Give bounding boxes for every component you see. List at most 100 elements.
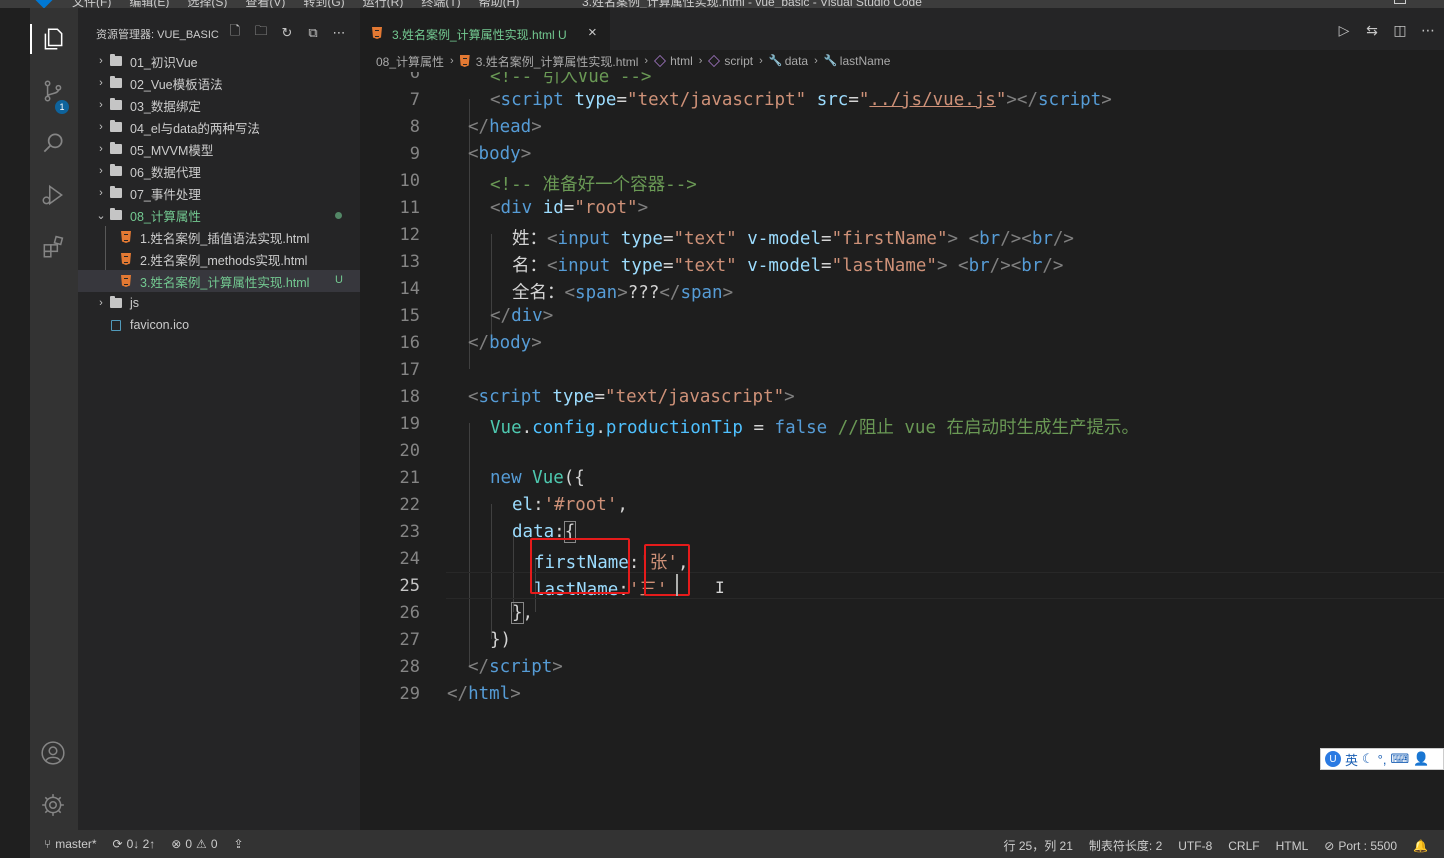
- tree-folder-08[interactable]: ⌄ 08_计算属性: [78, 204, 360, 226]
- run-debug-icon[interactable]: [38, 180, 68, 210]
- tree-folder-02[interactable]: › 02_Vue模板语法: [78, 72, 360, 94]
- settings-gear-icon[interactable]: [38, 790, 68, 820]
- error-icon: ⊗: [171, 837, 182, 851]
- text-cursor: [676, 574, 678, 596]
- maximize-icon[interactable]: [1394, 0, 1406, 4]
- ime-toolbar[interactable]: U 英 ☾ °, ⌨ 👤: [1320, 748, 1444, 770]
- notifications-bell-icon[interactable]: 🔔: [1413, 837, 1428, 854]
- problems-status[interactable]: ⊗ 0 ⚠ 0: [171, 837, 217, 851]
- explorer-icon[interactable]: [30, 24, 68, 54]
- tree-file-3[interactable]: 3.姓名案例_计算属性实现.html U: [78, 270, 360, 292]
- tree-item-label: 02_Vue模板语法: [130, 77, 223, 92]
- tree-file-2[interactable]: 2.姓名案例_methods实现.html: [78, 248, 360, 270]
- punctuation-icon[interactable]: °,: [1378, 752, 1387, 767]
- user-icon[interactable]: 👤: [1413, 751, 1429, 767]
- more-actions-icon[interactable]: ⋯: [1420, 22, 1436, 38]
- menu-help[interactable]: 帮助(H): [479, 0, 520, 8]
- sync-status[interactable]: ⟳ 0↓ 2↑: [113, 837, 156, 851]
- refresh-icon[interactable]: ↻: [278, 24, 296, 42]
- breadcrumb-data[interactable]: data: [785, 54, 808, 68]
- menu-view[interactable]: 查看(V): [245, 0, 285, 8]
- tree-folder-05[interactable]: › 05_MVVM模型: [78, 138, 360, 160]
- collapse-all-icon[interactable]: ⧉: [304, 24, 322, 42]
- cursor-position[interactable]: 行 25，列 21: [1004, 837, 1073, 854]
- tree-file-1[interactable]: 1.姓名案例_插值语法实现.html: [78, 226, 360, 248]
- tree-folder-06[interactable]: › 06_数据代理: [78, 160, 360, 182]
- attr-value: root: [584, 198, 628, 218]
- editor-tab-bar: 3.姓名案例_计算属性实现.html U × ▷ ⇆ ◫ ⋯: [360, 8, 1444, 50]
- line-number: 16: [399, 333, 420, 353]
- live-share-icon[interactable]: ⇪: [234, 837, 244, 851]
- folder-icon: [110, 120, 122, 132]
- tree-folder-07[interactable]: › 07_事件处理: [78, 182, 360, 204]
- extensions-icon[interactable]: [38, 232, 68, 262]
- branch-status[interactable]: ⑂ master*: [44, 837, 97, 851]
- attr-value: lastName: [842, 256, 927, 276]
- tree-folder-04[interactable]: › 04_el与data的两种写法: [78, 116, 360, 138]
- tab-active-file[interactable]: 3.姓名案例_计算属性实现.html U ×: [360, 8, 610, 50]
- account-icon[interactable]: [38, 738, 68, 768]
- close-icon[interactable]: ×: [588, 24, 597, 41]
- code-line: 23 data:{: [360, 518, 1444, 545]
- breadcrumb-html[interactable]: html: [670, 54, 693, 68]
- tree-file-favicon[interactable]: favicon.ico: [78, 314, 360, 336]
- src-link[interactable]: ../js/vue.js: [869, 90, 995, 110]
- breadcrumb-script[interactable]: script: [724, 54, 753, 68]
- code-line: 13 名：<input type="text" v-model="lastNam…: [360, 248, 1444, 276]
- tree-item-label: 01_初识Vue: [130, 55, 198, 70]
- new-folder-icon[interactable]: 🗀: [252, 23, 270, 42]
- breadcrumb-folder[interactable]: 08_计算属性: [376, 53, 444, 70]
- tree-folder-03[interactable]: › 03_数据绑定: [78, 94, 360, 116]
- chevron-right-icon: ›: [644, 55, 649, 67]
- chevron-right-icon: ›: [99, 55, 103, 67]
- code-line: 29 </html>: [360, 680, 1444, 707]
- encoding-status[interactable]: UTF-8: [1178, 837, 1212, 854]
- html5-icon: [372, 27, 382, 39]
- attr-value: firstName: [842, 229, 937, 249]
- code-editor[interactable]: 6 <!-- 引入Vue --> 7 <script type="text/ja…: [360, 72, 1444, 830]
- attr-value: text/javascript: [615, 387, 774, 407]
- new-file-icon[interactable]: 🗋: [226, 23, 244, 42]
- annotation-box-keys: [530, 538, 630, 594]
- code-comment: <!-- 引入Vue -->: [490, 72, 652, 87]
- tree-folder-01[interactable]: › 01_初识Vue: [78, 50, 360, 72]
- tree-item-label: 07_事件处理: [130, 187, 201, 202]
- ime-mode[interactable]: 英: [1345, 750, 1358, 769]
- live-server-status[interactable]: ⊘ Port : 5500: [1324, 837, 1397, 854]
- search-icon[interactable]: [38, 128, 68, 158]
- image-file-icon: [111, 319, 121, 331]
- more-actions-icon[interactable]: ⋯: [330, 24, 348, 42]
- menu-run[interactable]: 运行(R): [363, 0, 404, 8]
- tree-item-label: 04_el与data的两种写法: [130, 121, 260, 136]
- moon-icon[interactable]: ☾: [1362, 751, 1374, 767]
- menu-terminal[interactable]: 终端(T): [421, 0, 460, 8]
- line-number: 21: [399, 468, 420, 488]
- breadcrumb-lastname[interactable]: lastName: [840, 54, 891, 68]
- menu-file[interactable]: 文件(F): [72, 0, 111, 8]
- compare-changes-icon[interactable]: ⇆: [1364, 22, 1380, 38]
- eol-status[interactable]: CRLF: [1228, 837, 1259, 854]
- menu-go[interactable]: 转到(G): [303, 0, 344, 8]
- split-editor-icon[interactable]: ◫: [1392, 22, 1408, 38]
- tree-item-label: 08_计算属性: [130, 209, 201, 224]
- keyboard-icon[interactable]: ⌨: [1390, 751, 1409, 767]
- wrench-property-icon: 🔧: [768, 55, 783, 67]
- chevron-right-icon: ›: [99, 121, 103, 133]
- folder-icon: [110, 186, 122, 198]
- language-mode[interactable]: HTML: [1276, 837, 1309, 854]
- breadcrumb-file[interactable]: 3.姓名案例_计算属性实现.html: [476, 53, 639, 70]
- code-line: 21 new Vue({: [360, 464, 1444, 491]
- tree-folder-js[interactable]: › js: [78, 292, 360, 314]
- menu-edit[interactable]: 编辑(E): [129, 0, 169, 8]
- menu-bar: 文件(F) 编辑(E) 选择(S) 查看(V) 转到(G) 运行(R) 终端(T…: [72, 0, 519, 8]
- status-left-strip: [0, 830, 30, 858]
- code-text: ???: [627, 283, 660, 303]
- line-number: 20: [399, 441, 420, 461]
- code-line-current: 25 lastName:'三': [360, 572, 1444, 600]
- tree-item-label: 1.姓名案例_插值语法实现.html: [140, 231, 310, 246]
- folder-icon: [110, 164, 122, 176]
- sync-icon: ⟳: [112, 837, 123, 851]
- run-file-icon[interactable]: ▷: [1336, 22, 1352, 38]
- indentation-status[interactable]: 制表符长度: 2: [1089, 837, 1162, 854]
- menu-selection[interactable]: 选择(S): [187, 0, 227, 8]
